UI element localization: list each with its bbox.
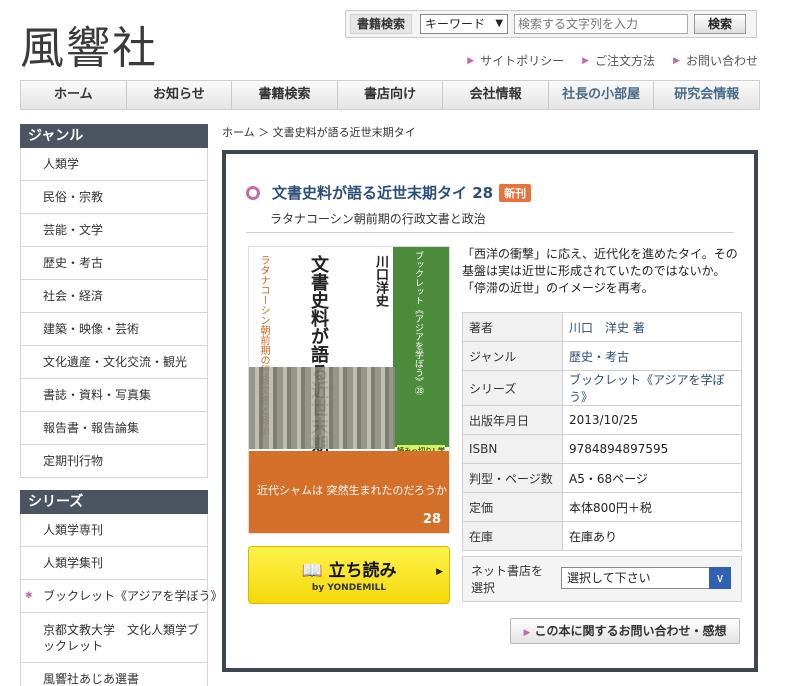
sidebar-genre-item[interactable]: 定期刊行物 — [21, 445, 207, 478]
book-inquiry-button[interactable]: ▶ この本に関するお問い合わせ・感想 — [510, 618, 740, 644]
info-label: 判型・ページ数 — [462, 463, 563, 493]
arrow-right-icon: ▶ — [673, 55, 680, 66]
divider — [246, 232, 734, 233]
author-link[interactable]: 川口 洋史 著 — [562, 312, 742, 342]
online-store-select[interactable]: 選択して下さい ∨ — [561, 567, 731, 589]
sidebar-series-item-current[interactable]: ブックレット《アジアを学ぼう》 — [21, 580, 223, 613]
cover-series-text: ブックレット《アジアを学ぼう》㉘ — [413, 251, 423, 395]
preview-read-button[interactable]: 📖 立ち読み by YONDEMILL ▶ — [248, 546, 450, 604]
genre-link[interactable]: 歴史・考古 — [562, 341, 742, 371]
cover-catchphrase: 近代シャムは 突然生まれたのだろうか — [257, 484, 447, 497]
info-value: 2013/10/25 — [562, 405, 742, 435]
nav-home[interactable]: ホーム — [21, 81, 127, 109]
util-link-order-guide[interactable]: ▶ ご注文方法 — [582, 52, 655, 69]
book-info-table: 著者 川口 洋史 著 ジャンル 歴史・考古 シリーズ ブックレット《アジアを学ぼう》 … — [462, 312, 742, 551]
info-value: 9784894897595 — [562, 434, 742, 464]
sidebar-series-title: シリーズ — [20, 490, 208, 514]
sidebar-genre-item[interactable]: 芸能・文学 — [21, 214, 207, 247]
preview-read-provider: by YONDEMILL — [311, 583, 387, 593]
sidebar-genre-list: 人類学 民俗・宗教 芸能・文学 歴史・考古 社会・経済 建築・映像・芸術 文化遺… — [20, 148, 208, 478]
nav-news[interactable]: お知らせ — [127, 81, 233, 109]
online-store-select-value: 選択して下さい — [567, 571, 651, 585]
table-row: 定価 本体800円＋税 — [462, 492, 742, 522]
series-link[interactable]: ブックレット《アジアを学ぼう》 — [562, 370, 742, 406]
sidebar-genre-item[interactable]: 建築・映像・芸術 — [21, 313, 207, 346]
info-label: ISBN — [462, 434, 563, 464]
table-row: 出版年月日 2013/10/25 — [462, 405, 742, 435]
chevron-down-icon: ▼ — [495, 18, 504, 29]
sidebar-series-item[interactable]: 風響社あじあ選書 — [21, 663, 207, 686]
main-nav: ホーム お知らせ 書籍検索 書店向け 会社情報 社長の小部屋 研究会情報 — [20, 80, 760, 110]
search-type-value: キーワード — [425, 17, 486, 31]
sidebar-genre-item[interactable]: 人類学 — [21, 148, 207, 181]
sidebar-genre-item[interactable]: 書誌・資料・写真集 — [21, 379, 207, 412]
nav-book-search[interactable]: 書籍検索 — [232, 81, 338, 109]
info-label: 在庫 — [462, 521, 563, 551]
table-row: 著者 川口 洋史 著 — [462, 312, 742, 342]
search-button[interactable]: 検索 — [694, 14, 747, 34]
online-store-selector: ネット書店を選択 選択して下さい ∨ — [462, 556, 742, 602]
new-release-badge: 新刊 — [499, 183, 532, 202]
book-title: 文書史料が語る近世末期タイ 28 — [272, 184, 494, 202]
info-label: ジャンル — [462, 341, 563, 371]
search-type-select[interactable]: キーワード ▼ — [420, 14, 509, 34]
sidebar-genre-item[interactable]: 社会・経済 — [21, 280, 207, 313]
search-bar: 書籍検索 キーワード ▼ 検索 — [345, 10, 757, 38]
book-detail-panel: 文書史料が語る近世末期タイ 28 新刊 ラタナコーシン朝前期の行政文書と政治 ブ… — [222, 150, 758, 672]
table-row: シリーズ ブックレット《アジアを学ぼう》 — [462, 370, 742, 406]
preview-read-text: 立ち読み — [328, 561, 397, 581]
circle-bullet-icon — [246, 185, 260, 200]
sidebar-series-item[interactable]: 人類学集刊 — [21, 547, 207, 580]
info-value: 在庫あり — [562, 521, 742, 551]
open-book-icon: 📖 — [301, 561, 323, 581]
site-logo[interactable]: 風響社 — [20, 12, 158, 76]
util-link-label: ご注文方法 — [595, 54, 656, 68]
online-store-label: ネット書店を選択 — [471, 564, 544, 595]
book-description: 「西洋の衝撃」に応え、近代化を進めたタイ。その基盤は実は近世に形成されていたので… — [462, 247, 738, 295]
sidebar-series-item[interactable]: 京都文教大学 文化人類学ブックレット — [21, 613, 207, 663]
util-link-label: お問い合わせ — [685, 54, 758, 68]
sidebar-genre-item[interactable]: 歴史・考古 — [21, 247, 207, 280]
cover-photo — [249, 367, 395, 449]
arrow-right-icon: ▶ — [582, 55, 590, 66]
table-row: 判型・ページ数 A5・68ページ — [462, 463, 742, 493]
arrow-right-icon: ▶ — [436, 567, 443, 577]
info-label: 出版年月日 — [462, 405, 563, 435]
info-value: A5・68ページ — [562, 463, 742, 493]
nav-company[interactable]: 会社情報 — [443, 81, 549, 109]
utility-links: ▶ サイトポリシー ▶ ご注文方法 ▶ お問い合わせ — [467, 52, 758, 69]
sidebar-series-list: 人類学専刊 人類学集刊 ブックレット《アジアを学ぼう》 京都文教大学 文化人類学… — [20, 514, 223, 686]
search-title: 書籍検索 — [350, 14, 413, 34]
book-inquiry-label: この本に関するお問い合わせ・感想 — [534, 624, 727, 638]
util-link-site-policy[interactable]: ▶ サイトポリシー — [467, 52, 564, 69]
sidebar-series-item[interactable]: 人類学専刊 — [21, 514, 207, 547]
book-cover-image: ブックレット《アジアを学ぼう》㉘ ラタナコーシン朝前期の行政文書と政治 文書史料… — [248, 246, 450, 534]
arrow-right-icon: ▶ — [523, 628, 531, 638]
sidebar-genre-item[interactable]: 文化遺産・文化交流・観光 — [21, 346, 207, 379]
nav-bookstores[interactable]: 書店向け — [338, 81, 444, 109]
breadcrumb: ホーム ＞ 文書史料が語る近世末期タイ — [222, 126, 416, 139]
info-label: 著者 — [462, 312, 563, 342]
table-row: ISBN 9784894897595 — [462, 434, 742, 464]
info-value: 本体800円＋税 — [562, 492, 742, 522]
book-title-row: 文書史料が語る近世末期タイ 28 新刊 — [246, 182, 532, 203]
sidebar-genre-title: ジャンル — [20, 124, 208, 148]
chevron-down-icon: ∨ — [709, 567, 731, 589]
nav-study-group[interactable]: 研究会情報 — [654, 81, 759, 109]
book-subtitle: ラタナコーシン朝前期の行政文書と政治 — [270, 212, 486, 226]
preview-read-label: 📖 立ち読み — [249, 556, 449, 581]
sidebar-genre-item[interactable]: 民俗・宗教 — [21, 181, 207, 214]
cover-author: 川口洋史 — [373, 255, 388, 307]
nav-president-room[interactable]: 社長の小部屋 — [549, 81, 655, 109]
info-label: シリーズ — [462, 370, 563, 406]
info-label: 定価 — [462, 492, 563, 522]
search-input[interactable] — [514, 14, 689, 34]
table-row: ジャンル 歴史・考古 — [462, 341, 742, 371]
table-row: 在庫 在庫あり — [462, 521, 742, 551]
cover-volume-number: 28 — [422, 512, 441, 527]
arrow-right-icon: ▶ — [467, 55, 475, 66]
util-link-label: サイトポリシー — [480, 54, 565, 68]
util-link-contact[interactable]: ▶ お問い合わせ — [673, 52, 758, 69]
sidebar-genre-item[interactable]: 報告書・報告論集 — [21, 412, 207, 445]
